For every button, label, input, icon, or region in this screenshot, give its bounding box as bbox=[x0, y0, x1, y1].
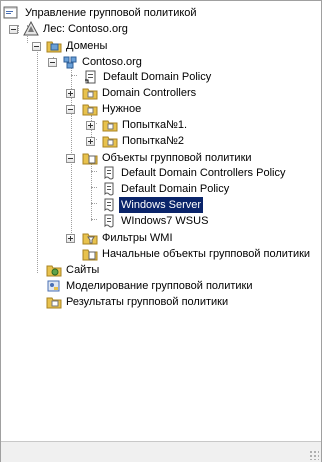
gpmc-console-icon bbox=[3, 6, 18, 19]
tree-line bbox=[91, 187, 97, 189]
tree-label: Default Domain Policy bbox=[121, 183, 230, 195]
tree-label: Попытка№2 bbox=[122, 135, 185, 147]
tree-label: WIndows7 WSUS bbox=[121, 215, 209, 227]
domains-folder-icon bbox=[46, 41, 62, 53]
gpo-script-icon bbox=[104, 166, 114, 180]
ou-folder-icon bbox=[82, 104, 98, 116]
collapse-toggle[interactable] bbox=[9, 25, 18, 34]
tree-label: Default Domain Controllers Policy bbox=[121, 167, 286, 179]
tree-label: Фильтры WMI bbox=[102, 232, 173, 244]
tree-line bbox=[37, 43, 39, 273]
expand-toggle[interactable] bbox=[86, 137, 95, 146]
collapse-toggle[interactable] bbox=[66, 154, 75, 163]
collapse-toggle[interactable] bbox=[48, 58, 57, 67]
tree-label: Лес: Contoso.org bbox=[43, 23, 128, 35]
tree-label: Домены bbox=[66, 40, 108, 52]
ou-folder-icon bbox=[82, 88, 98, 100]
domain-icon bbox=[63, 56, 77, 69]
tree-label: Моделирование групповой политики bbox=[66, 280, 253, 292]
tree-line bbox=[18, 25, 20, 33]
console-tree: Управление групповой политикой Лес: Cont… bbox=[1, 1, 321, 441]
tree-label: Результаты групповой политики bbox=[66, 296, 229, 308]
forest-icon bbox=[23, 21, 39, 36]
gpo-script-icon bbox=[104, 214, 114, 228]
expand-toggle[interactable] bbox=[66, 234, 75, 243]
tree-line bbox=[91, 203, 97, 205]
wmi-folder-icon bbox=[82, 233, 98, 245]
tree-label: Объекты групповой политики bbox=[102, 152, 252, 164]
tree-label: Contoso.org bbox=[82, 56, 142, 68]
tree-label: Нужное bbox=[102, 103, 142, 115]
resize-grip-icon[interactable] bbox=[309, 450, 319, 460]
expand-toggle[interactable] bbox=[66, 89, 75, 98]
tree-label-selected: Windows Server bbox=[119, 197, 204, 213]
results-icon bbox=[46, 297, 62, 309]
status-bar bbox=[1, 441, 321, 462]
tree-label: Попытка№1. bbox=[122, 119, 188, 131]
gpo-script-icon bbox=[104, 198, 114, 212]
collapse-toggle[interactable] bbox=[32, 42, 41, 51]
tree-label: Управление групповой политикой bbox=[25, 7, 197, 19]
tree-label: Начальные объекты групповой политики bbox=[102, 248, 311, 260]
gpo-folder-icon bbox=[82, 153, 98, 165]
tree-line bbox=[71, 75, 77, 77]
gpo-script-icon bbox=[104, 182, 114, 196]
ou-folder-icon bbox=[102, 120, 118, 132]
collapse-toggle[interactable] bbox=[66, 105, 75, 114]
modeling-icon bbox=[47, 280, 60, 292]
tree-label: Default Domain Policy bbox=[103, 71, 212, 83]
tree-label: Сайты bbox=[66, 264, 100, 276]
gpmc-window: Управление групповой политикой Лес: Cont… bbox=[0, 0, 322, 462]
gpo-link-icon bbox=[85, 70, 96, 84]
ou-folder-icon bbox=[102, 136, 118, 148]
tree-line bbox=[91, 219, 97, 221]
expand-toggle[interactable] bbox=[86, 121, 95, 130]
tree-label: Domain Controllers bbox=[102, 87, 197, 99]
sites-icon bbox=[46, 265, 62, 277]
starter-gpo-folder-icon bbox=[82, 249, 98, 261]
tree-line bbox=[91, 171, 97, 173]
